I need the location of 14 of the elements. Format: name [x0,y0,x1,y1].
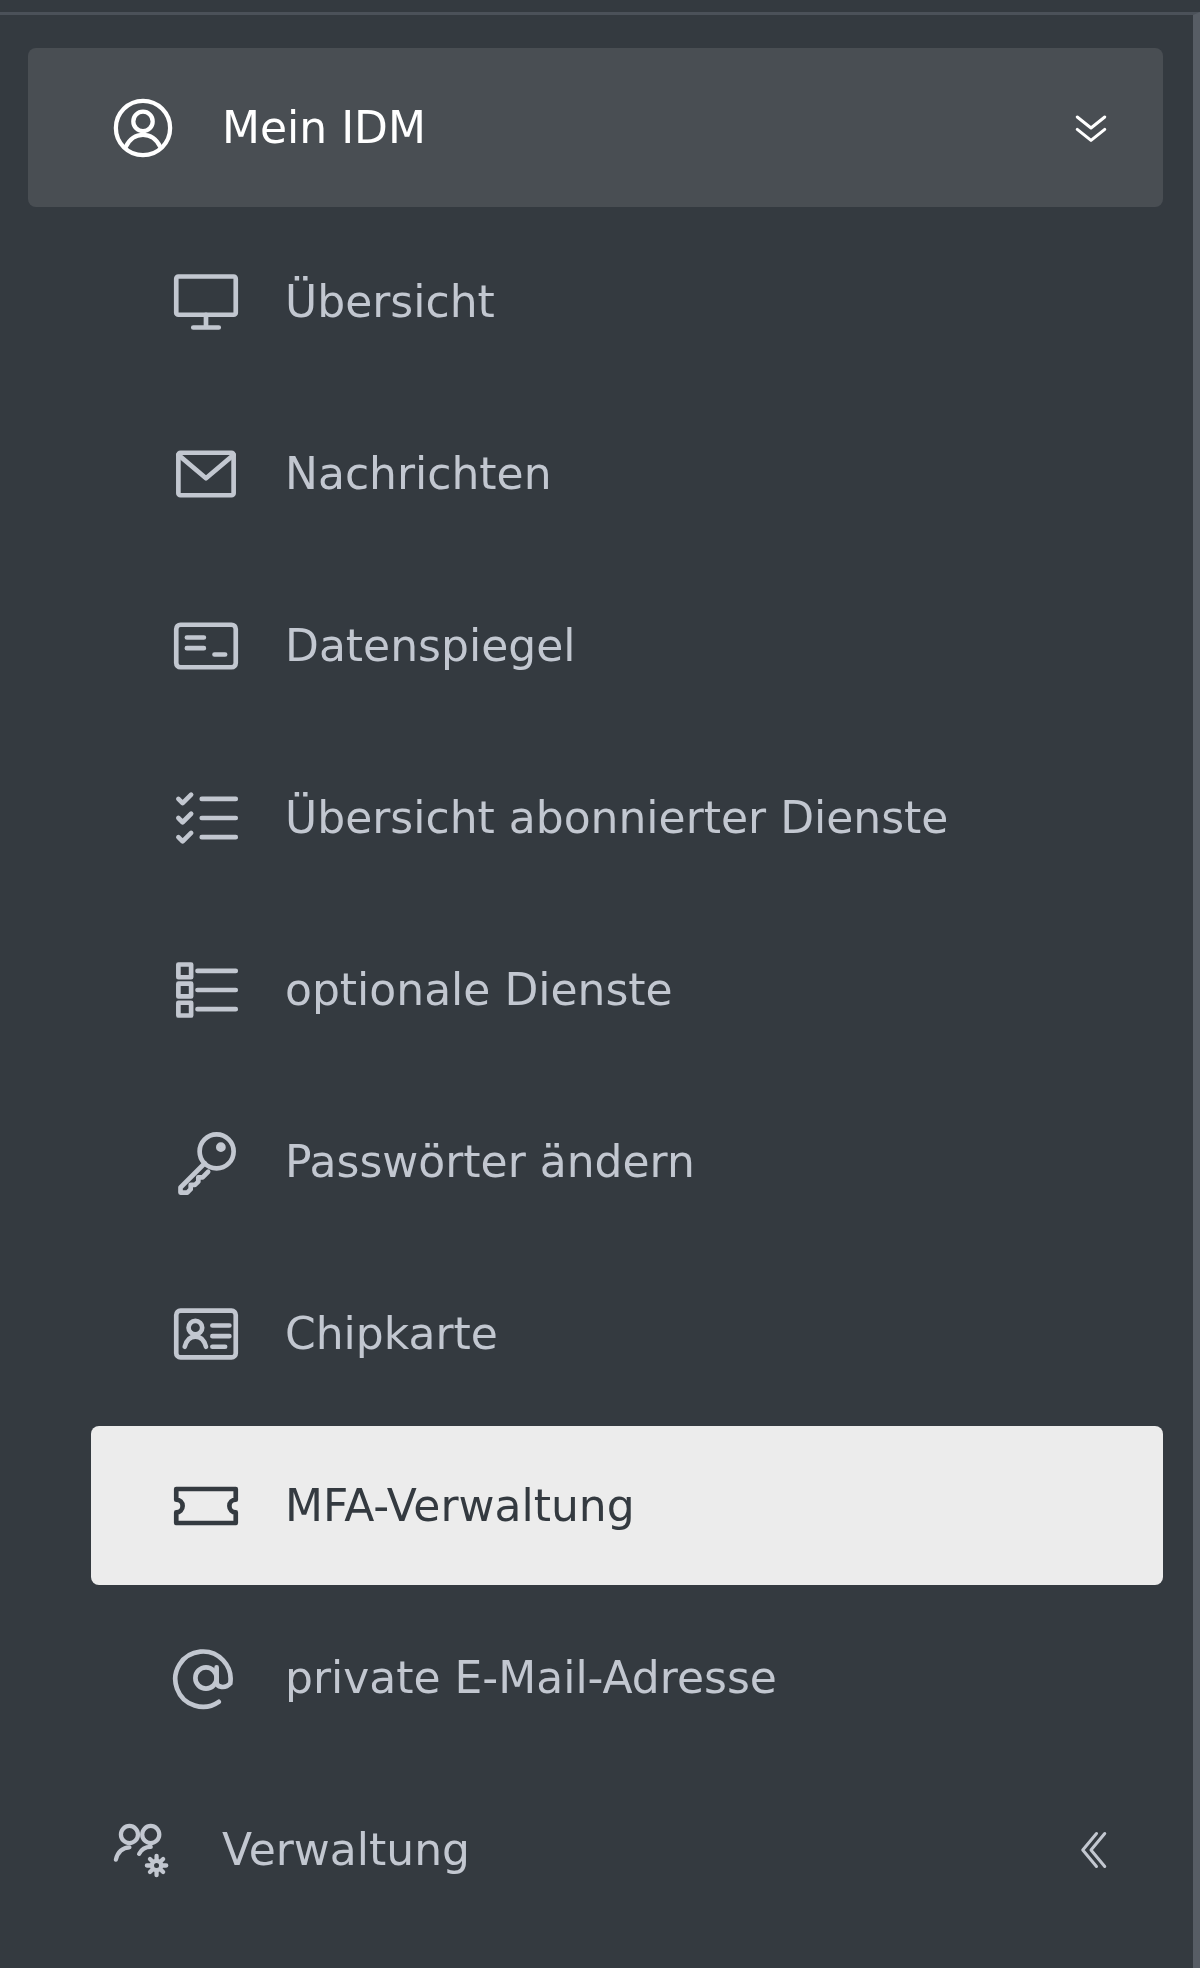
menu-group[interactable]: Verwaltung [28,1770,1163,1929]
menu-item[interactable]: optionale Dienste [91,910,1163,1069]
menu-item[interactable]: Passwörter ändern [91,1082,1163,1241]
menu-item[interactable]: MFA-Verwaltung [91,1426,1163,1585]
user-circle-icon [112,96,174,159]
menu-label: Mein IDM [222,102,427,153]
menu-group[interactable]: Mein IDM [28,48,1163,207]
menu-item[interactable]: Datenspiegel [91,566,1163,725]
menu-item[interactable]: Chipkarte [91,1254,1163,1413]
menu-label: Verwaltung [222,1824,471,1875]
menu-item[interactable]: Übersicht abonnierter Dienste [91,738,1163,897]
menu-item[interactable]: private E-Mail-Adresse [91,1598,1163,1757]
menu-item[interactable]: Übersicht [91,222,1163,381]
menu-item[interactable]: Nachrichten [91,394,1163,553]
